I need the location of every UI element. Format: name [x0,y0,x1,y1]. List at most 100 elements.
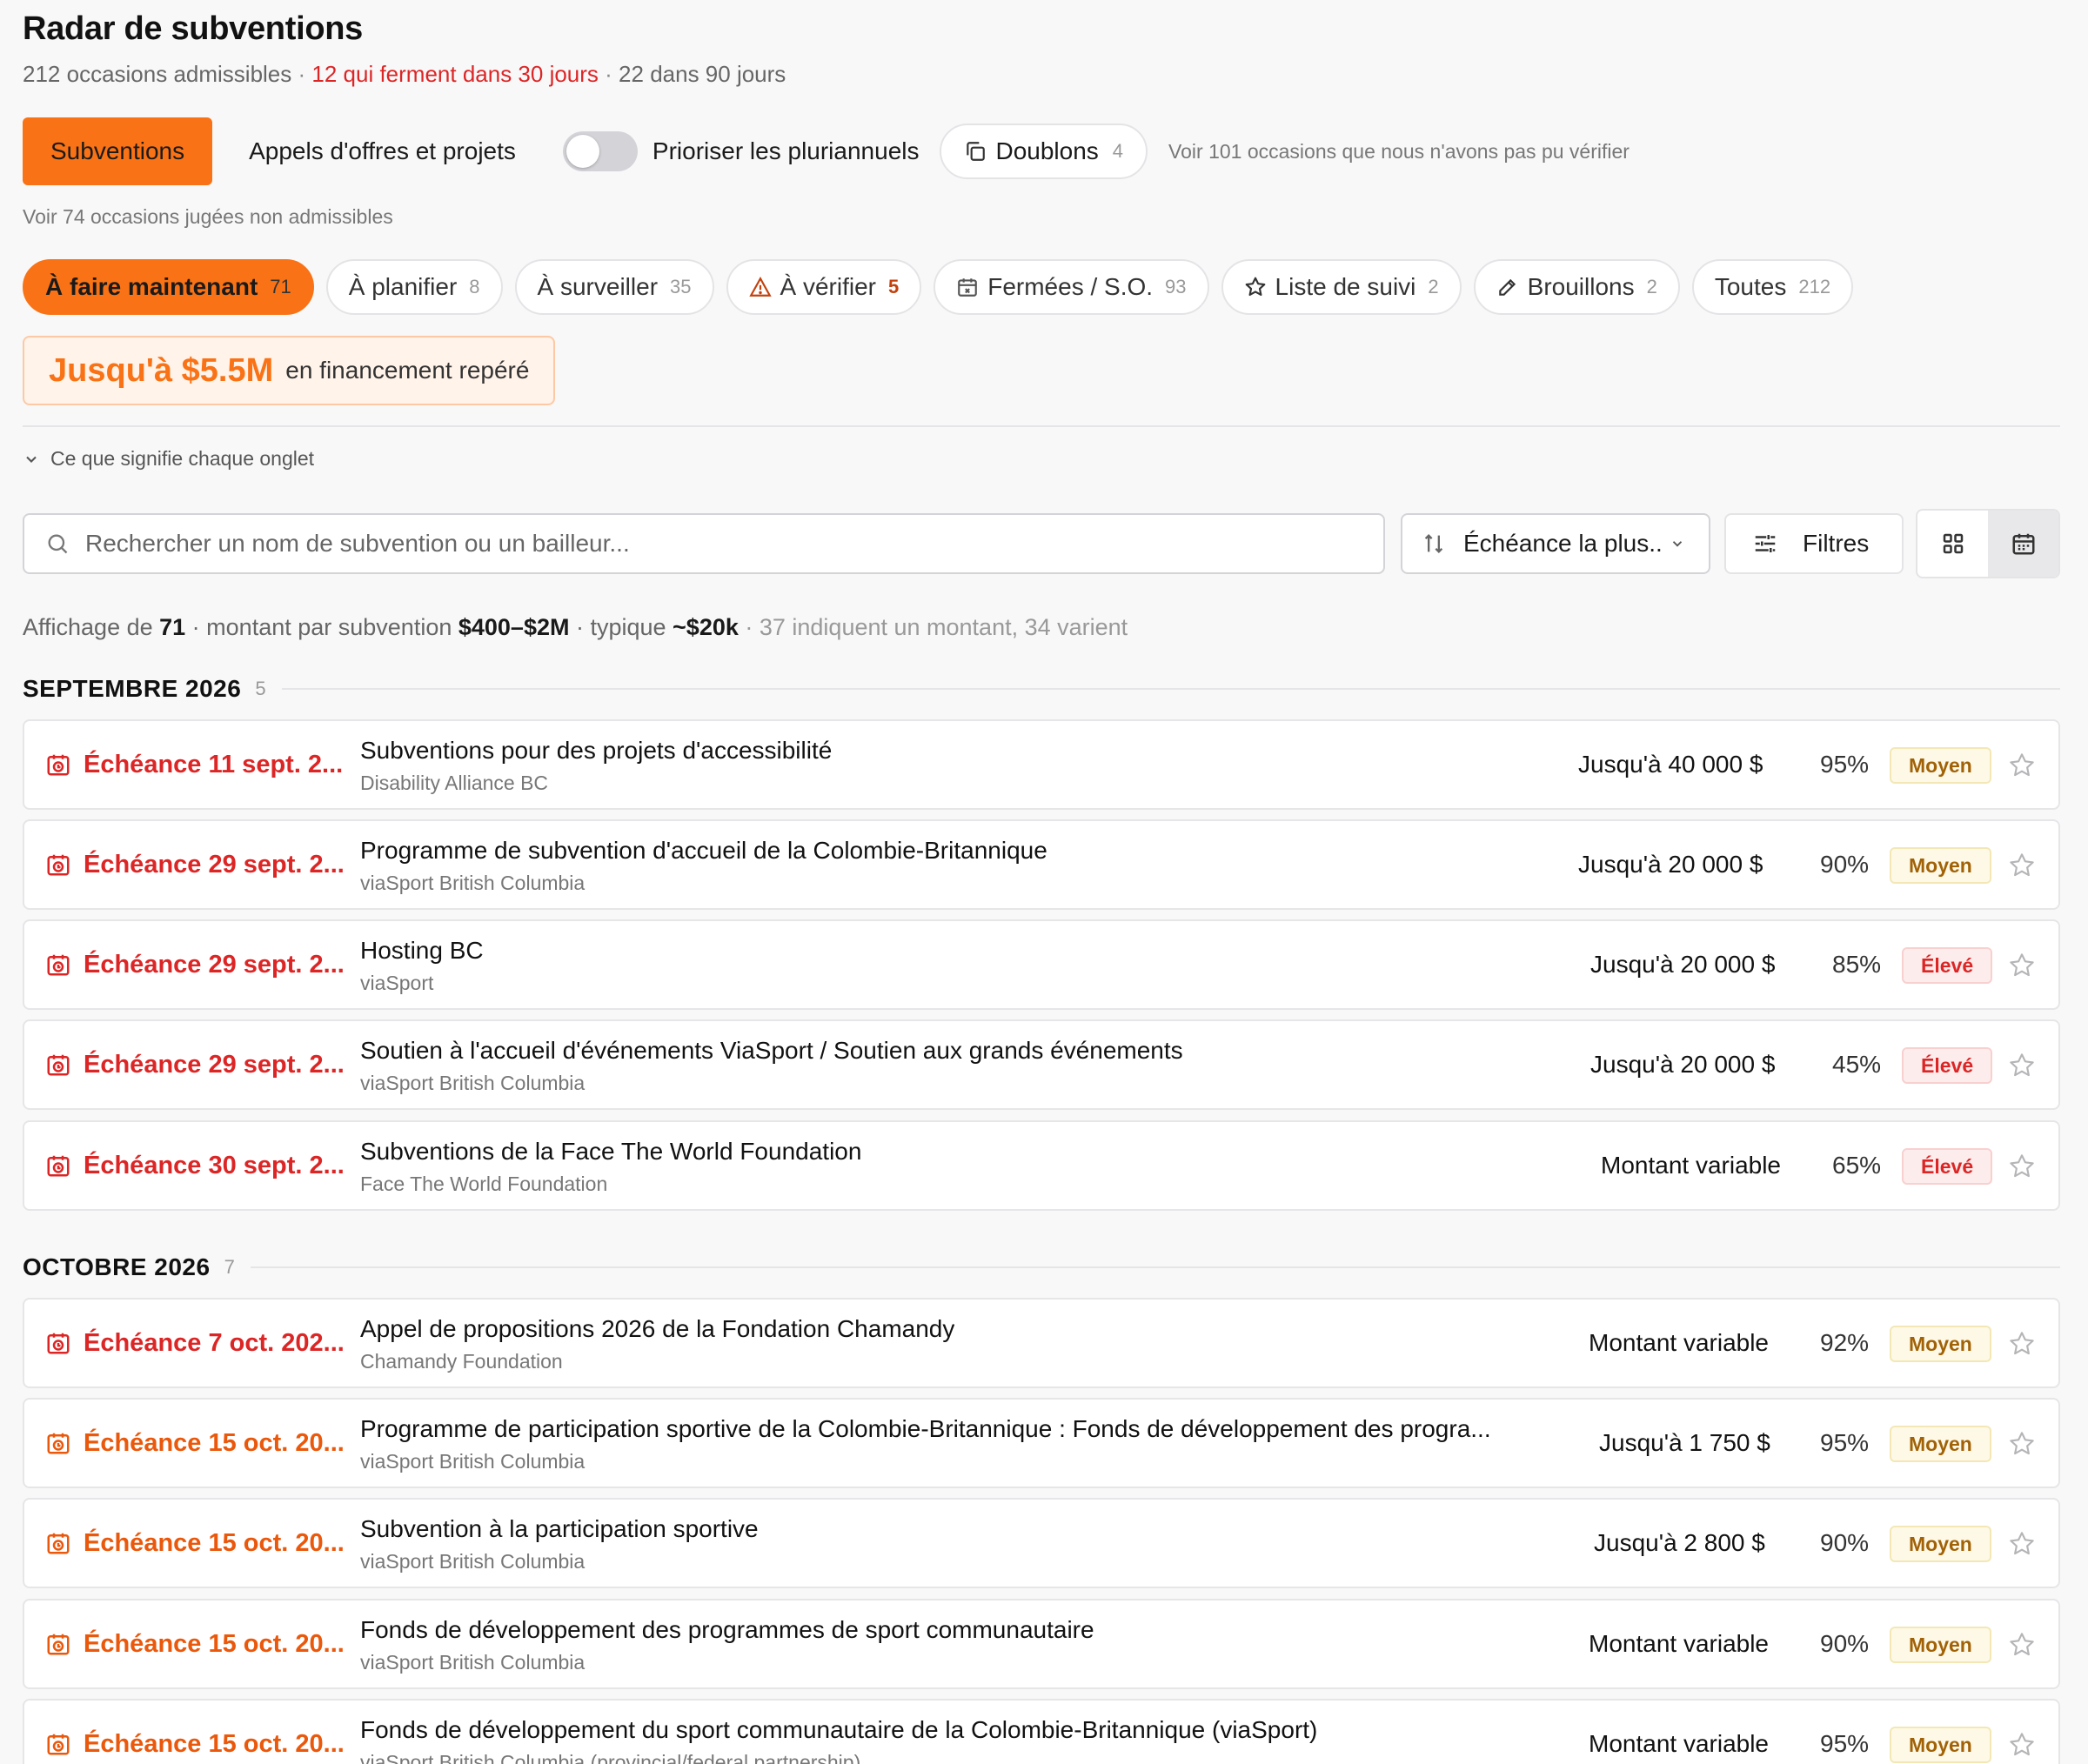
match-score: 92% [1820,1329,1870,1356]
duplicates-label: Doublons [995,137,1099,164]
star-icon[interactable] [2008,1430,2036,1458]
grant-name[interactable]: Soutien à l'accueil d'événements ViaSpor… [360,1037,1183,1065]
calendar-view-button[interactable] [1988,511,2058,577]
grant-name[interactable]: Hosting BC [360,937,484,965]
star-icon[interactable] [2008,952,2036,979]
funding-amount: Jusqu'à $5.5M [49,351,274,389]
grant-row[interactable]: Échéance 15 oct. 20... Fonds de développ… [23,1599,2060,1689]
grant-row[interactable]: Échéance 15 oct. 20... Programme de part… [23,1398,2060,1488]
grant-row[interactable]: Échéance 15 oct. 20... Subvention à la p… [23,1498,2060,1588]
sliders-icon [1755,535,1776,552]
grant-row[interactable]: Échéance 15 oct. 20... Fonds de développ… [23,1699,2060,1764]
grant-row[interactable]: Échéance 29 sept. 2... Programme de subv… [23,819,2060,910]
tab-all[interactable]: Toutes 212 [1691,259,1854,315]
star-icon[interactable] [2008,1330,2036,1358]
grant-name[interactable]: Fonds de développement du sport communau… [360,1716,1317,1744]
grid-view-button[interactable] [1917,511,1988,577]
star-icon[interactable] [2008,1153,2036,1180]
grid-icon [1943,533,1963,554]
match-score: 90% [1820,851,1870,878]
tab-watchlist[interactable]: Liste de suivi 2 [1221,259,1462,315]
warning-icon [748,277,772,297]
grant-amount: Jusqu'à 40 000 $ [1578,751,1763,778]
tab-verify[interactable]: À vérifier 5 [726,259,922,315]
match-score: 95% [1820,1730,1870,1757]
tab-drafts[interactable]: Brouillons 2 [1473,259,1680,315]
month-header: OCTOBRE 2026 7 [23,1253,2060,1281]
priority-badge: Moyen [1890,1727,1991,1763]
filters-button[interactable]: Filtres [1724,513,1904,574]
tab-closed[interactable]: Fermées / S.O. 93 [934,259,1209,315]
sort-select[interactable]: Échéance la plus.. [1401,513,1710,574]
divider [23,425,2060,427]
opportunity-type-row: Subventions Appels d'offres et projets P… [23,117,1630,185]
star-icon[interactable] [2008,852,2036,879]
grants-button[interactable]: Subventions [23,117,213,185]
grant-name[interactable]: Appel de propositions 2026 de la Fondati… [360,1315,954,1343]
deadline: Échéance 15 oct. 20... [45,1701,345,1764]
grant-name[interactable]: Subventions de la Face The World Foundat… [360,1138,861,1166]
priority-badge: Moyen [1890,1326,1991,1362]
calendar-icon [2012,533,2034,555]
grant-row[interactable]: Échéance 29 sept. 2... Hosting BC viaSpo… [23,919,2060,1010]
deadline: Échéance 15 oct. 20... [45,1500,345,1587]
alarm-clock-icon [47,1533,70,1554]
grant-row[interactable]: Échéance 11 sept. 2... Subventions pour … [23,719,2060,810]
match-score: 65% [1832,1152,1882,1179]
filters-label: Filtres [1803,530,1870,557]
month-header: SEPTEMBRE 2026 5 [23,675,2060,703]
priority-badge: Élevé [1902,1047,1993,1084]
typical-amount: ~$20k [673,614,739,640]
match-score: 95% [1820,1429,1870,1456]
tenders-button[interactable]: Appels d'offres et projets [249,137,516,165]
tab-do-now[interactable]: À faire maintenant 71 [23,259,314,315]
alarm-clock-icon [47,854,70,876]
tab-plan[interactable]: À planifier 8 [325,259,503,315]
alarm-clock-icon [47,1333,70,1354]
eligible-count: 212 occasions admissibles [23,61,292,87]
grant-name[interactable]: Fonds de développement des programmes de… [360,1616,1094,1644]
match-score: 90% [1820,1630,1870,1657]
grant-name[interactable]: Programme de participation sportive de l… [360,1415,1491,1443]
grant-amount: Montant variable [1589,1329,1770,1356]
within-90-count: 22 dans 90 jours [619,61,786,87]
search-input[interactable] [85,530,1303,558]
star-icon[interactable] [2008,1631,2036,1659]
star-icon[interactable] [2008,752,2036,779]
multiyear-toggle[interactable] [562,131,638,171]
sort-label: Échéance la plus.. [1463,530,1663,557]
funder-name: viaSport British Columbia (provincial/fe… [360,1751,861,1764]
grant-name[interactable]: Programme de subvention d'accueil de la … [360,837,1047,865]
funder-name: viaSport British Columbia [360,1450,586,1473]
alarm-clock-icon [47,1433,70,1454]
deadline: Échéance 15 oct. 20... [45,1400,345,1487]
alarm-clock-icon [47,1054,70,1076]
priority-badge: Moyen [1890,847,1991,884]
alarm-clock-icon [47,1734,70,1755]
noneligible-link[interactable]: Voir 74 occasions jugées non admissibles [23,205,393,229]
grant-name[interactable]: Subvention à la participation sportive [360,1515,759,1543]
amount-range: $400–$2M [458,614,570,640]
alarm-clock-icon [47,1155,70,1177]
star-icon[interactable] [2008,1731,2036,1759]
grant-name[interactable]: Subventions pour des projets d'accessibi… [360,737,832,765]
tab-watch[interactable]: À surveiller 35 [514,259,714,315]
grant-row[interactable]: Échéance 7 oct. 202... Appel de proposit… [23,1298,2060,1388]
deadline: Échéance 30 sept. 2... [45,1122,345,1209]
funder-name: viaSport British Columbia [360,1072,586,1094]
star-icon[interactable] [2008,1052,2036,1079]
grant-amount: Jusqu'à 20 000 $ [1590,951,1776,978]
priority-badge: Moyen [1890,1627,1991,1663]
grant-row[interactable]: Échéance 29 sept. 2... Soutien à l'accue… [23,1019,2060,1110]
grant-amount: Montant variable [1589,1730,1770,1757]
unverified-link[interactable]: Voir 101 occasions que nous n'avons pas … [1168,140,1630,164]
deadline: Échéance 7 oct. 202... [45,1300,345,1386]
grant-row[interactable]: Échéance 30 sept. 2... Subventions de la… [23,1120,2060,1211]
tab-explanation-toggle[interactable]: Ce que signifie chaque onglet [23,447,314,471]
deadline: Échéance 15 oct. 20... [45,1600,345,1687]
funder-name: viaSport British Columbia [360,1651,586,1674]
duplicates-button[interactable]: Doublons 4 [940,124,1148,179]
deadline: Échéance 29 sept. 2... [45,921,345,1008]
star-icon[interactable] [2008,1530,2036,1558]
alarm-clock-icon [47,754,70,776]
